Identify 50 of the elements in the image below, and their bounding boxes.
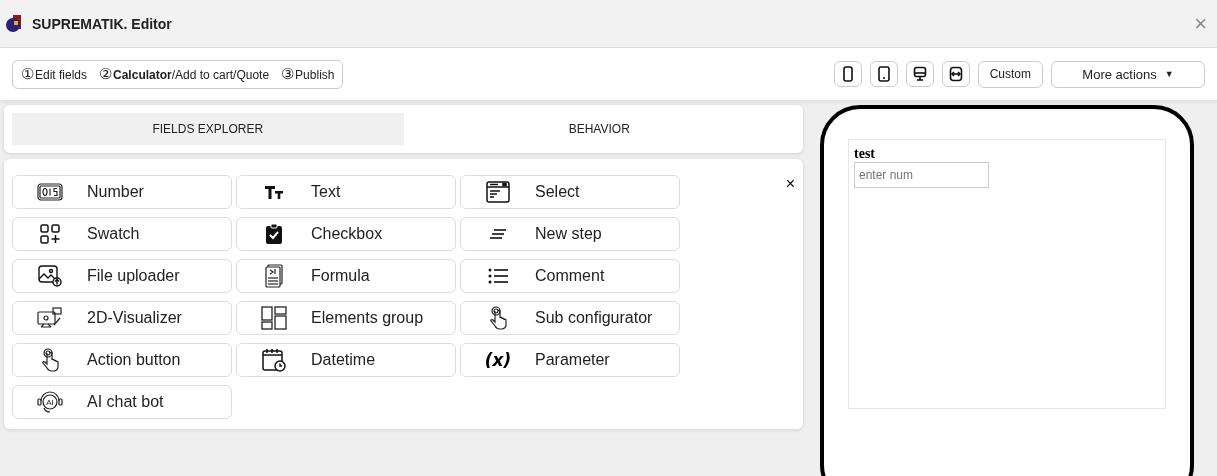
- window-title: SUPREMATIK. Editor: [32, 15, 172, 32]
- grid-plus-icon: [40, 224, 60, 244]
- field-type-button[interactable]: Select: [460, 175, 680, 209]
- variable-icon: (x): [484, 350, 512, 370]
- list-icon: [488, 268, 508, 284]
- phone-icon: [840, 66, 855, 82]
- step-link[interactable]: ③Publish: [281, 65, 335, 83]
- field-type-button[interactable]: Text: [236, 175, 456, 209]
- field-label: test: [854, 146, 875, 162]
- fit-width-button[interactable]: [941, 61, 970, 87]
- tablet-view-button[interactable]: [869, 61, 898, 87]
- field-type-button[interactable]: File uploader: [12, 259, 232, 293]
- text-size-icon: [264, 184, 284, 200]
- custom-button[interactable]: Custom: [977, 60, 1043, 88]
- expand-width-icon: [948, 66, 963, 82]
- field-type-button[interactable]: Action button: [12, 343, 232, 377]
- pointing-hand-icon: [488, 306, 508, 330]
- document-icon: [265, 264, 283, 288]
- more-actions-button[interactable]: More actions ▼: [1051, 60, 1205, 88]
- tab[interactable]: FIELDS EXPLORER: [12, 113, 404, 145]
- pointing-hand-icon: [40, 348, 60, 372]
- field-type-button[interactable]: Number: [12, 175, 232, 209]
- phone-view-button[interactable]: [833, 61, 862, 87]
- number-input-field[interactable]: enter num: [854, 162, 989, 188]
- field-type-button[interactable]: AI AI chat bot: [12, 385, 232, 419]
- calendar-clock-icon: [262, 348, 286, 372]
- window-list-icon: [486, 181, 510, 203]
- desktop-view-button[interactable]: [905, 61, 934, 87]
- step-link[interactable]: ①Edit fields: [21, 65, 88, 83]
- field-type-button[interactable]: (x) Parameter: [460, 343, 680, 377]
- monitor-pen-icon: [37, 307, 63, 329]
- tablet-icon: [876, 66, 891, 82]
- field-type-button[interactable]: Sub configurator: [460, 301, 680, 335]
- field-type-button[interactable]: 2D-Visualizer: [12, 301, 232, 335]
- layout-blocks-icon: [261, 306, 287, 330]
- field-type-button[interactable]: Checkbox: [236, 217, 456, 251]
- logo-icon: [6, 14, 22, 33]
- clipboard-check-icon: [265, 224, 283, 244]
- field-type-button[interactable]: Swatch: [12, 217, 232, 251]
- field-type-button[interactable]: Formula: [236, 259, 456, 293]
- image-upload-icon: [38, 265, 62, 287]
- desktop-icon: [912, 66, 927, 82]
- close-panel-button[interactable]: ×: [785, 175, 795, 193]
- field-type-button[interactable]: Elements group: [236, 301, 456, 335]
- field-type-button[interactable]: Comment: [460, 259, 680, 293]
- step-link[interactable]: ②Calculator/Add to cart/Quote: [99, 65, 270, 83]
- lines-icon: [489, 229, 507, 239]
- counter-icon: [37, 183, 63, 201]
- field-type-button[interactable]: New step: [460, 217, 680, 251]
- field-type-button[interactable]: Datetime: [236, 343, 456, 377]
